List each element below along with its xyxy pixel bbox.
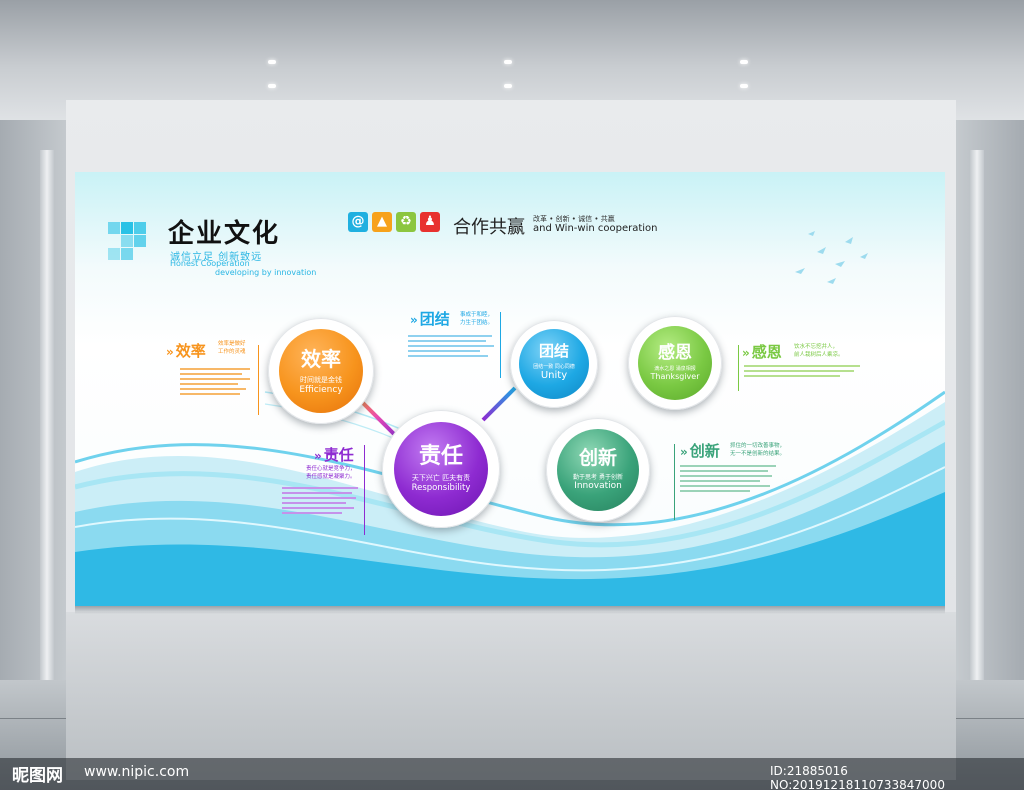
section-responsibility-body	[282, 484, 362, 517]
node-motto: 团结一致 同心同德	[533, 364, 575, 370]
logo-square	[108, 248, 120, 260]
arrow-icon: »	[166, 345, 174, 359]
section-unity-heading: » 团结	[410, 308, 450, 329]
ceiling-light	[268, 84, 276, 88]
watermark-id: ID:21885016 NO:20191218110733847000	[770, 764, 945, 790]
section-efficiency-note: 效率是做好 工作的灵魂	[218, 341, 246, 355]
node-title: 团结	[538, 342, 569, 360]
node-motto: 天下兴亡 匹夫有责	[411, 474, 471, 482]
node-unity[interactable]: 团结 团结一致 同心同德 Unity	[510, 320, 598, 408]
watermark-url: www.nipic.com	[84, 764, 190, 780]
node-responsibility-disc: 责任 天下兴亡 匹夫有责 Responsibility	[394, 422, 488, 516]
watermark-logo: 昵图网	[12, 766, 63, 786]
logo-square	[134, 235, 146, 247]
arrow-icon: »	[742, 346, 750, 360]
ceiling-light	[504, 60, 512, 64]
right-pillar	[970, 150, 984, 690]
ceiling-light	[268, 60, 276, 64]
section-heading-text: 责任	[323, 446, 354, 464]
logo-square	[121, 248, 133, 260]
section-divider	[674, 444, 675, 520]
section-responsibility-heading: » 责任	[314, 444, 354, 465]
section-innovation-heading: » 创新	[680, 440, 720, 461]
node-efficiency-disc: 效率 时间就是金钱 Efficiency	[279, 329, 363, 413]
node-motto: 时间就是金钱	[300, 376, 342, 384]
slogan-english: and Win-win cooperation	[533, 223, 658, 234]
node-efficiency[interactable]: 效率 时间就是金钱 Efficiency	[268, 318, 374, 424]
section-efficiency-heading: » 效率	[166, 340, 206, 361]
section-efficiency-body	[180, 365, 256, 398]
node-motto: 滴水之恩 涌泉相报	[654, 366, 696, 372]
page-subtitle-en: developing by innovation	[215, 268, 317, 277]
left-wall	[0, 120, 70, 680]
node-english: Unity	[540, 370, 568, 381]
section-heading-text: 创新	[689, 442, 720, 460]
at-icon: @	[348, 212, 368, 232]
section-unity-note: 事成于和睦， 力生于团结。	[460, 312, 494, 326]
recycle-icon: ♻	[396, 212, 416, 232]
section-divider	[364, 445, 365, 535]
right-wall	[954, 120, 1024, 680]
board-shadow	[75, 606, 945, 614]
section-heading-text: 效率	[175, 342, 206, 360]
node-innovation[interactable]: 创新 勤于思考 勇于创新 Innovation	[546, 418, 650, 522]
section-responsibility-note: 责任心就是竞争力， 责任感就是凝聚力。	[306, 466, 356, 480]
logo-square	[121, 222, 133, 234]
section-heading-text: 团结	[419, 310, 450, 328]
bird-icon	[795, 231, 868, 284]
node-innovation-disc: 创新 勤于思考 勇于创新 Innovation	[557, 429, 639, 511]
section-unity-body	[408, 332, 498, 360]
page-subtitle-en: Honest Cooperation	[170, 259, 250, 268]
arrow-icon: »	[680, 445, 688, 459]
ceiling-light	[740, 60, 748, 64]
node-unity-disc: 团结 团结一致 同心同德 Unity	[519, 329, 589, 399]
node-gratitude-disc: 感恩 滴水之恩 涌泉相报 Thanksgiver	[638, 326, 712, 400]
node-title: 创新	[578, 447, 617, 469]
node-english: Thanksgiver	[650, 372, 700, 381]
section-divider	[738, 345, 739, 391]
node-english: Innovation	[574, 481, 622, 491]
ceiling-light	[504, 84, 512, 88]
arrow-icon: »	[314, 449, 322, 463]
node-title: 效率	[301, 347, 341, 371]
section-divider	[500, 312, 501, 378]
node-responsibility[interactable]: 责任 天下兴亡 匹夫有责 Responsibility	[382, 410, 500, 528]
person-icon: ♟	[420, 212, 440, 232]
logo-square	[121, 235, 133, 247]
section-gratitude-body	[744, 362, 864, 380]
display-stand	[66, 612, 956, 780]
section-divider	[258, 345, 259, 415]
ceiling-light	[740, 84, 748, 88]
section-innovation-note: 抓住的一切改善事物， 无一不是创新的结果。	[730, 443, 786, 457]
section-heading-text: 感恩	[751, 343, 782, 361]
node-title: 感恩	[658, 343, 692, 363]
section-gratitude-heading: » 感恩	[742, 341, 782, 362]
chart-icon: ▲	[372, 212, 392, 232]
node-english: Responsibility	[411, 483, 471, 493]
logo-square	[134, 222, 146, 234]
section-gratitude-note: 饮水不忘挖井人， 前人栽树后人乘凉。	[794, 344, 844, 358]
logo-square	[108, 222, 120, 234]
section-innovation-body	[680, 462, 780, 495]
node-english: Efficiency	[299, 385, 343, 395]
node-gratitude[interactable]: 感恩 滴水之恩 涌泉相报 Thanksgiver	[628, 316, 722, 410]
node-motto: 勤于思考 勇于创新	[573, 474, 623, 481]
arrow-icon: »	[410, 313, 418, 327]
page-title: 企业文化	[168, 219, 281, 249]
node-title: 责任	[418, 444, 463, 469]
slogan-title: 合作共赢	[453, 217, 525, 238]
left-pillar	[40, 150, 54, 690]
